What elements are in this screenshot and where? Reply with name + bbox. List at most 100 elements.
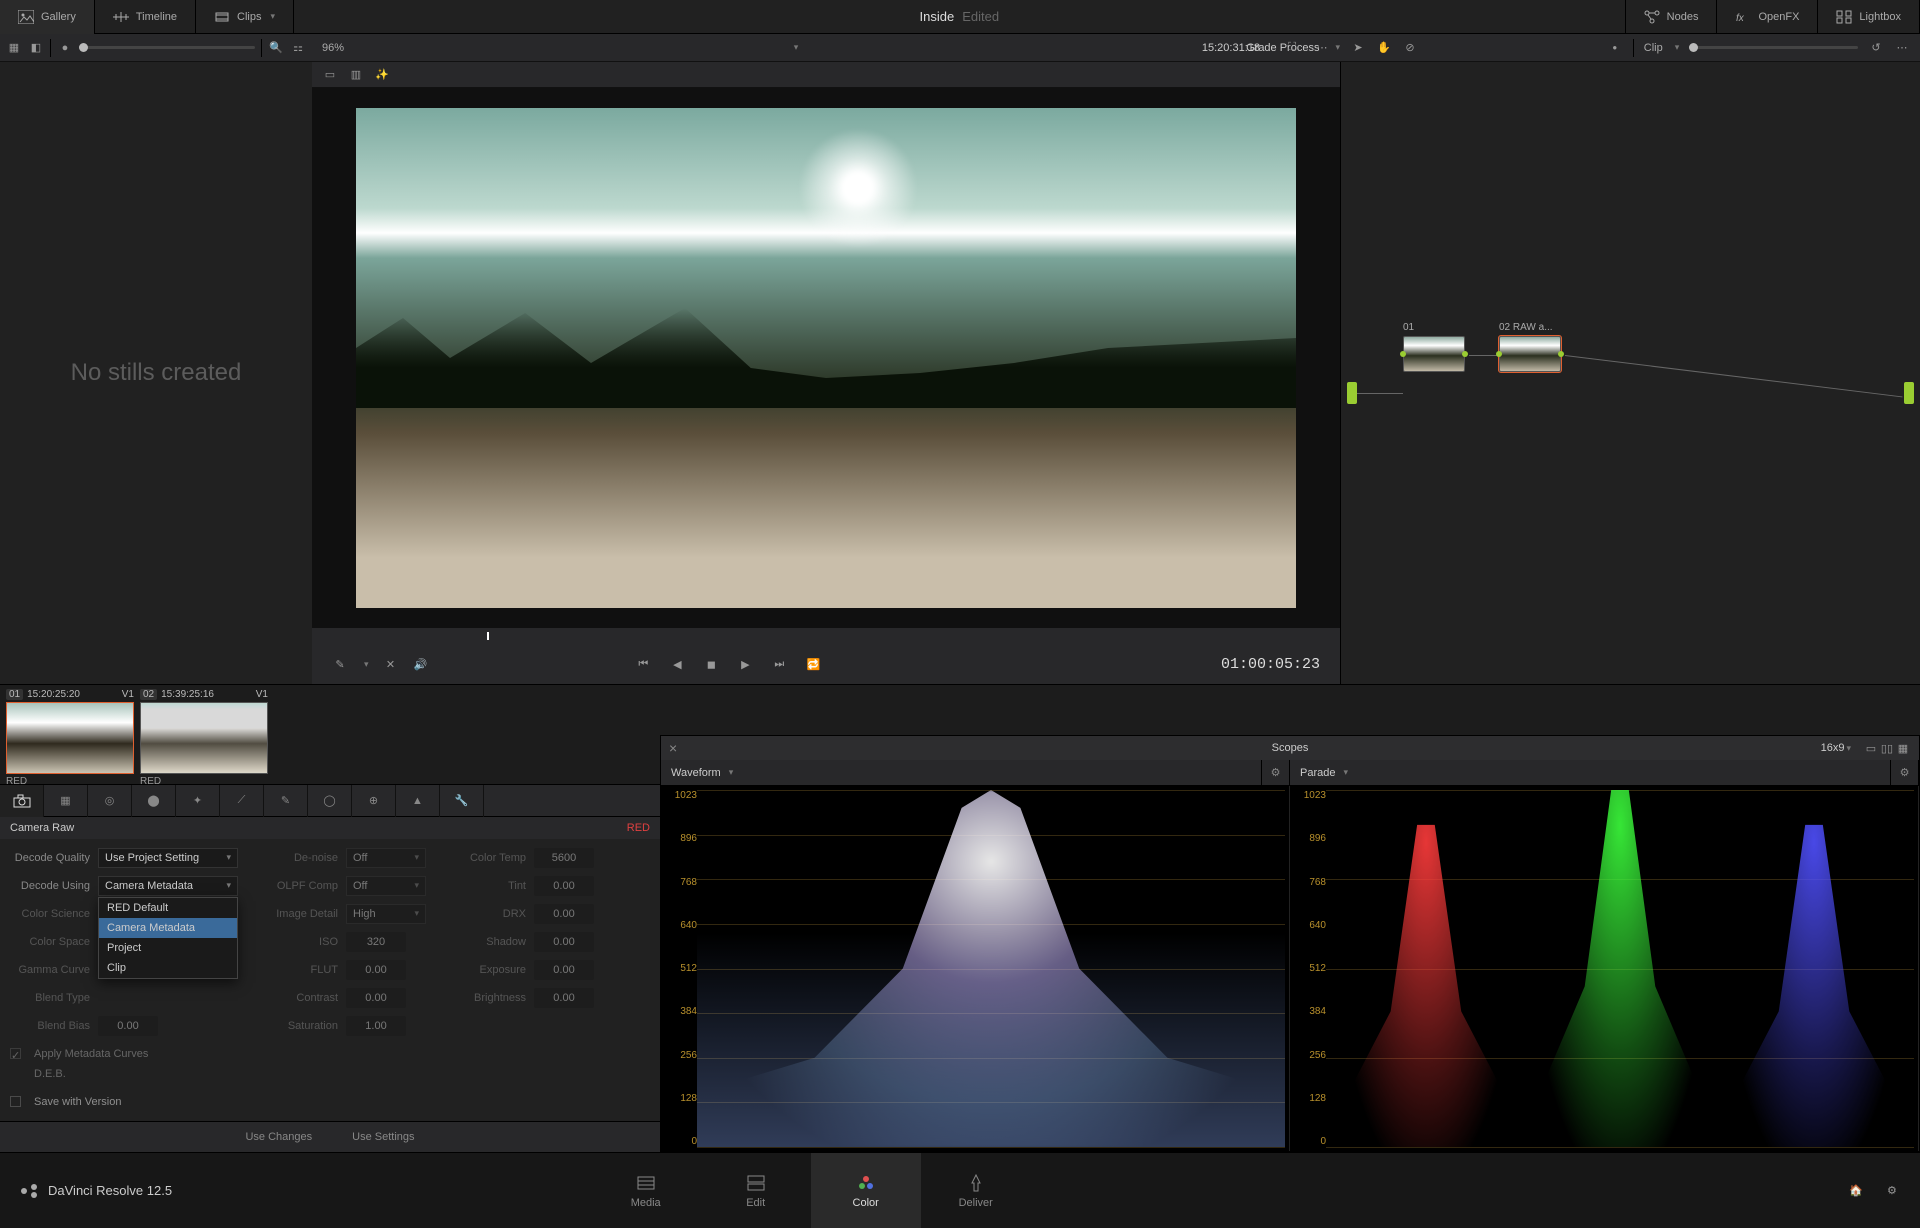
primaries-tab[interactable]: ⬤	[132, 785, 176, 817]
brightness-value[interactable]: 0.00	[534, 988, 594, 1008]
options-icon[interactable]: ⋯	[1894, 40, 1910, 56]
flut-value[interactable]: 0.00	[346, 960, 406, 980]
use-changes-button[interactable]: Use Changes	[245, 1131, 312, 1143]
node-02[interactable]: 02 RAW a...	[1499, 322, 1561, 372]
parade-tab[interactable]: Parade▾	[1290, 760, 1891, 785]
tint-value[interactable]: 0.00	[534, 876, 594, 896]
use-settings-button[interactable]: Use Settings	[352, 1131, 414, 1143]
node-output[interactable]	[1904, 382, 1914, 404]
chevron-down-icon[interactable]: ▾	[364, 659, 369, 670]
list-view-icon[interactable]: ◧	[28, 40, 44, 56]
shuffle-icon[interactable]: ✕	[383, 656, 399, 672]
chevron-down-icon[interactable]: ▾	[794, 42, 799, 53]
node-01[interactable]: 01	[1403, 322, 1465, 372]
shadow-value[interactable]: 0.00	[534, 932, 594, 952]
camera-raw-tab[interactable]	[0, 785, 44, 817]
clips-toggle[interactable]: Clips ▾	[196, 0, 294, 34]
color-wheels-tab[interactable]: ◎	[88, 785, 132, 817]
denoise-select[interactable]: Off▾	[346, 848, 426, 868]
play-icon[interactable]: ▶	[737, 656, 753, 672]
layout-1-icon[interactable]: ▭	[1863, 740, 1879, 756]
last-frame-icon[interactable]: ⏭	[771, 656, 787, 672]
close-icon[interactable]: ×	[669, 741, 677, 755]
fullscreen-icon[interactable]: ⛶	[1284, 40, 1300, 56]
nodes-toggle[interactable]: Nodes	[1625, 0, 1718, 34]
reset-icon[interactable]: ↺	[1868, 40, 1884, 56]
node-source[interactable]	[1347, 382, 1357, 404]
saturation-value[interactable]: 1.00	[346, 1016, 406, 1036]
clip-thumb-02[interactable]: 0215:39:25:16V1 RED	[140, 689, 268, 787]
scopes-aspect[interactable]: 16x9	[1821, 742, 1845, 754]
page-color[interactable]: Color	[811, 1153, 921, 1228]
disable-icon[interactable]: ⊘	[1402, 40, 1418, 56]
first-frame-icon[interactable]: ⏮	[635, 656, 651, 672]
node-mode[interactable]: Clip	[1644, 42, 1663, 54]
chevron-down-icon[interactable]: ▾	[1675, 42, 1680, 53]
home-icon[interactable]: 🏠	[1848, 1183, 1864, 1199]
single-view-icon[interactable]: ▭	[322, 67, 338, 83]
grid-view-icon[interactable]: ▦	[6, 40, 22, 56]
hand-icon[interactable]: ✋	[1376, 40, 1392, 56]
gallery-toggle[interactable]: Gallery	[0, 0, 95, 34]
contrast-value[interactable]: 0.00	[346, 988, 406, 1008]
openfx-toggle[interactable]: fx OpenFX	[1717, 0, 1818, 34]
dropdown-item-project[interactable]: Project	[99, 938, 237, 958]
wand-icon[interactable]: ✨	[374, 67, 390, 83]
thumb-size-slider[interactable]	[79, 46, 255, 49]
qualifier-tab[interactable]: ✎	[264, 785, 308, 817]
rgb-mixer-tab[interactable]: ✦	[176, 785, 220, 817]
olpf-select[interactable]: Off▾	[346, 876, 426, 896]
page-media[interactable]: Media	[591, 1153, 701, 1228]
zoom-out-icon[interactable]: ●	[57, 40, 73, 56]
pointer-icon[interactable]: ➤	[1350, 40, 1366, 56]
layout-4-icon[interactable]: ▦	[1895, 740, 1911, 756]
window-tab[interactable]: ◯	[308, 785, 352, 817]
dropdown-item-clip[interactable]: Clip	[99, 958, 237, 978]
color-temp-value[interactable]: 5600	[534, 848, 594, 868]
key-tab[interactable]: 🔧	[440, 785, 484, 817]
waveform-options[interactable]: ⚙	[1262, 760, 1290, 785]
viewer-scrubber[interactable]	[312, 628, 1340, 644]
decode-using-dropdown[interactable]: RED Default Camera Metadata Project Clip	[98, 897, 238, 979]
page-deliver[interactable]: Deliver	[921, 1153, 1031, 1228]
chevron-down-icon[interactable]: ▾	[1846, 743, 1851, 754]
settings-icon[interactable]: ⚙	[1884, 1183, 1900, 1199]
eyedropper-icon[interactable]: ✎	[332, 656, 348, 672]
loop-icon[interactable]: 🔁	[805, 656, 821, 672]
nodes-panel[interactable]: 01 02 RAW a...	[1340, 62, 1920, 684]
dropdown-item-red-default[interactable]: RED Default	[99, 898, 237, 918]
layout-2-icon[interactable]: ▯▯	[1879, 740, 1895, 756]
dropdown-item-camera-metadata[interactable]: Camera Metadata	[99, 918, 237, 938]
timeline-toggle[interactable]: Timeline	[95, 0, 196, 34]
drx-value[interactable]: 0.00	[534, 904, 594, 924]
save-version-check[interactable]	[10, 1096, 21, 1107]
apply-meta-curves-check[interactable]: ✓	[10, 1048, 21, 1059]
waveform-tab[interactable]: Waveform▾	[661, 760, 1262, 785]
stop-icon[interactable]: ◼	[703, 656, 719, 672]
viewer-canvas[interactable]	[312, 88, 1340, 628]
decode-quality-select[interactable]: Use Project Setting▾	[98, 848, 238, 868]
exposure-value[interactable]: 0.00	[534, 960, 594, 980]
play-reverse-icon[interactable]: ◀	[669, 656, 685, 672]
filter-icon[interactable]: ⚏	[290, 40, 306, 56]
tracker-tab[interactable]: ⊕	[352, 785, 396, 817]
blur-tab[interactable]: ▲	[396, 785, 440, 817]
parade-options[interactable]: ⚙	[1891, 760, 1919, 785]
clip-thumb-01[interactable]: 0115:20:25:20V1 RED	[6, 689, 134, 787]
zoom-level[interactable]: 96%	[322, 42, 344, 54]
options-icon[interactable]: ⋯	[1314, 40, 1330, 56]
image-detail-select[interactable]: High▾	[346, 904, 426, 924]
search-icon[interactable]: 🔍	[268, 40, 284, 56]
dual-view-icon[interactable]: ▥	[348, 67, 364, 83]
blend-bias-value[interactable]: 0.00	[98, 1016, 158, 1036]
color-match-tab[interactable]: ▦	[44, 785, 88, 817]
audio-icon[interactable]: 🔊	[413, 656, 429, 672]
lightbox-toggle[interactable]: Lightbox	[1818, 0, 1920, 34]
curves-tab[interactable]: ⟋	[220, 785, 264, 817]
dot-icon: ●	[1607, 40, 1623, 56]
node-zoom-slider[interactable]	[1689, 46, 1858, 49]
decode-using-select[interactable]: Camera Metadata▾	[98, 876, 238, 896]
iso-value[interactable]: 320	[346, 932, 406, 952]
chevron-down-icon[interactable]: ▾	[1335, 42, 1340, 53]
page-edit[interactable]: Edit	[701, 1153, 811, 1228]
